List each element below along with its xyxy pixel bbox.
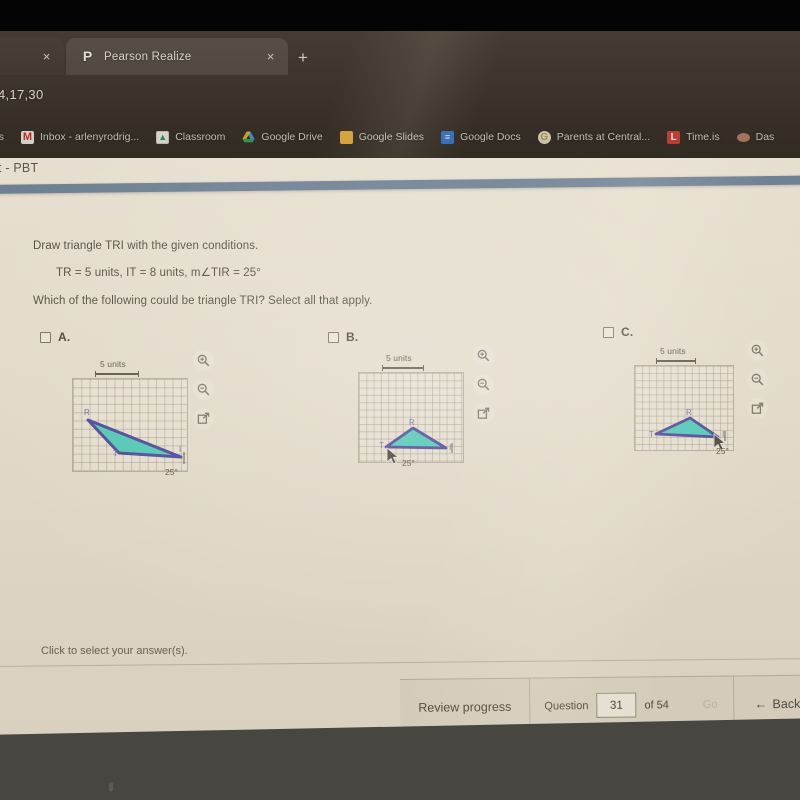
vertex-label-c-t: T [649,430,654,439]
graph-option-a[interactable]: 5 units R T I 25° [72,359,188,477]
tab-close-icon-2[interactable]: × [263,49,278,64]
bookmark-drive[interactable]: Google Drive [242,119,323,155]
parents-icon: G [537,130,551,144]
page-content: t - PBT Draw triangle TRI with the given… [0,158,800,758]
question-number-input[interactable]: 31 [596,692,637,718]
angle-label-b: 25° [402,458,415,468]
bookmark-label-6: Parents at Central... [556,131,651,143]
option-b-header[interactable]: B. [328,330,358,344]
vertex-label-b-t: T [379,441,384,450]
tools-option-b [473,345,494,424]
classroom-icon: ▲ [156,130,170,144]
question-total-label: of 54 [644,698,669,711]
browser-tab-1[interactable]: aldez × [0,38,64,75]
option-c-header[interactable]: C. [603,325,633,339]
checkbox-option-b[interactable] [328,331,339,343]
vertex-label-a-t: T [113,449,118,458]
expand-icon-b[interactable] [473,403,494,424]
expand-icon-a[interactable] [193,408,214,429]
bookmark-label-4: Google Slides [358,131,425,143]
tools-option-a [193,350,214,429]
dash-icon [736,132,750,142]
bookmark-docs[interactable]: ≡ Google Docs [441,119,521,155]
vertex-label-b-r: R [409,418,415,427]
bookmark-label-0: rks [0,131,4,143]
bookmark-gmail[interactable]: M Inbox - arlenyrodrig... [21,119,139,155]
bookmark-dash[interactable]: Das [736,119,775,155]
angle-label-a: 25° [165,467,178,477]
docs-icon: ≡ [441,130,455,144]
graph-option-b[interactable]: 5 units R T I 25° [358,353,464,468]
bookmark-label-1: Inbox - arlenyrodrig... [40,131,140,143]
drive-icon [242,131,256,144]
bookmark-folder[interactable]: rks [0,119,4,155]
option-a-header[interactable]: A. [40,330,70,344]
angle-label-c: 25° [716,446,729,456]
option-b-letter: B. [346,330,359,344]
option-b[interactable]: B. [328,330,358,344]
tools-option-c [747,340,768,419]
triangle-b: R T I [379,418,453,465]
vertex-label-c-i: I [722,430,724,439]
browser-chrome: aldez × P Pearson Realize × + 4,17,30 rk… [0,31,800,161]
address-bar-text[interactable]: 4,17,30 [0,87,43,102]
zoom-out-icon-b[interactable] [473,374,494,395]
option-a-letter: A. [58,330,71,344]
checkbox-option-c[interactable] [603,326,614,338]
header-divider [0,175,800,194]
zoom-in-icon-c[interactable] [747,340,768,361]
bookmark-timeis[interactable]: L Time.is [667,119,720,155]
triangle-a: R T I [84,408,185,464]
expand-icon-c[interactable] [747,398,768,419]
tab-strip: aldez × P Pearson Realize × + [0,31,800,75]
mouse-cursor-b [386,447,399,465]
go-button[interactable]: Go [703,698,718,710]
bookmark-parents[interactable]: G Parents at Central... [537,119,651,155]
zoom-out-icon-c[interactable] [747,369,768,390]
option-c-letter: C. [621,325,634,339]
question-given-conditions: TR = 5 units, IT = 8 units, m∠TIR = 25° [56,267,261,279]
question-prompt: Draw triangle TRI with the given conditi… [33,240,259,252]
vertex-label-a-i: I [179,445,181,454]
tab-title-2: Pearson Realize [104,50,192,63]
monitor-bezel-top [0,0,800,34]
bookmark-label-2: Classroom [175,131,226,143]
vertex-label-b-i: I [449,443,451,452]
graph-option-c[interactable]: 5 units R T I 25° [634,346,734,456]
browser-tab-2[interactable]: P Pearson Realize × [66,38,288,75]
footer-divider [0,658,800,667]
back-button-label: Back [772,696,800,711]
zoom-out-icon-a[interactable] [193,379,214,400]
checkbox-option-a[interactable] [40,331,51,343]
bookmark-label-8: Das [755,131,775,143]
question-sub-prompt: Which of the following could be triangle… [33,295,373,307]
back-arrow-icon: ← [754,696,768,712]
back-button[interactable]: ← Back [734,696,800,712]
gmail-icon: M [21,130,34,144]
bookmark-slides[interactable]: Google Slides [339,119,425,155]
vertex-label-a-r: R [84,408,90,417]
bezel-indicator [108,782,114,792]
answer-hint: Click to select your answer(s). [41,645,188,657]
new-tab-button[interactable]: + [294,49,312,67]
bookmark-label-3: Google Drive [261,131,323,143]
bookmark-classroom[interactable]: ▲ Classroom [156,119,225,155]
pearson-favicon: P [82,48,93,64]
bookmarks-bar: rks M Inbox - arlenyrodrig... ▲ Classroo… [0,119,800,155]
option-c[interactable]: C. [603,325,633,339]
tab-close-icon-1[interactable]: × [39,49,54,64]
vertex-label-c-r: R [686,408,692,417]
timeis-icon: L [667,130,681,144]
zoom-in-icon-b[interactable] [473,345,494,366]
zoom-in-icon-a[interactable] [193,350,214,371]
question-nav-label: Question [544,699,589,712]
bookmark-label-5: Google Docs [460,131,521,143]
option-a[interactable]: A. [40,330,70,344]
bookmark-label-7: Time.is [686,131,720,143]
omnibox-row: 4,17,30 [0,75,800,119]
document-title: t - PBT [0,161,39,175]
screen-photo: aldez × P Pearson Realize × + 4,17,30 rk… [0,0,800,800]
slides-icon [339,130,353,144]
